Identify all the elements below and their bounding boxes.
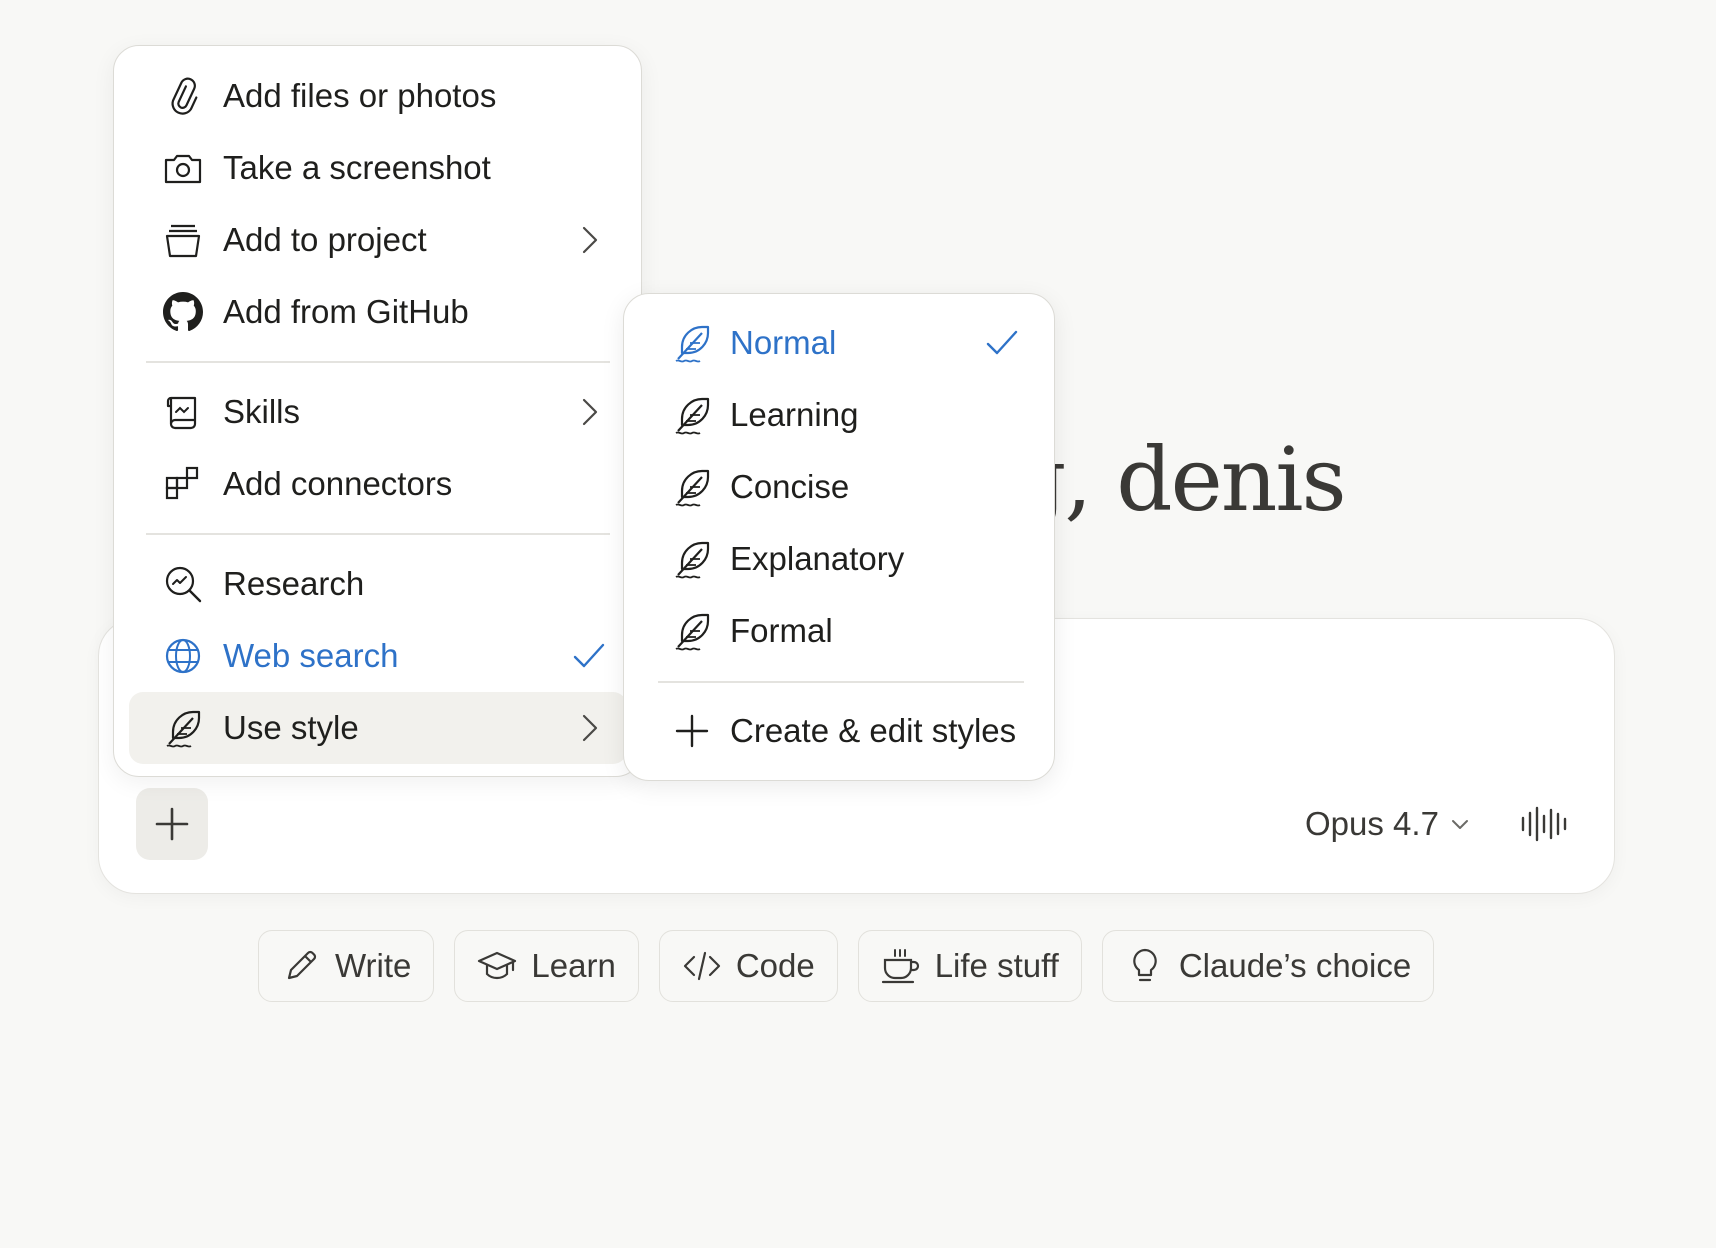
menu-item-use-style[interactable]: Use style [129, 692, 627, 764]
menu-item-add-files[interactable]: Add files or photos [129, 60, 627, 132]
lightbulb-icon [1133, 948, 1157, 982]
style-item-label: Learning [730, 396, 859, 433]
greeting-title: g, denis [1010, 428, 1347, 531]
suggestion-chips: Write Learn Code Life stuff Claude’s cho… [258, 930, 1435, 1002]
style-item-learning[interactable]: Learning [636, 379, 1044, 451]
menu-item-label: Research [223, 565, 365, 602]
create-styles-label: Create & edit styles [730, 712, 1017, 749]
create-edit-styles-button[interactable]: Create & edit styles [636, 695, 1044, 767]
waveform-icon [1521, 806, 1567, 842]
chevron-right-icon [582, 226, 598, 254]
code-icon [683, 951, 720, 981]
menu-item-skills[interactable]: Skills [129, 376, 627, 448]
chip-label: Code [735, 947, 815, 984]
plus-icon [155, 807, 189, 841]
menu-item-label: Add to project [223, 221, 427, 258]
chip-code[interactable]: Code [658, 930, 838, 1002]
style-item-label: Concise [730, 468, 850, 505]
menu-item-label: Add files or photos [223, 77, 497, 114]
checkmark-icon [986, 330, 1018, 355]
attach-menu-button[interactable] [136, 788, 208, 860]
attach-menu: Add files or photos Take a screenshot Ad… [113, 45, 642, 777]
chip-write[interactable]: Write [258, 930, 435, 1002]
menu-item-label: Take a screenshot [223, 149, 491, 186]
chip-learn[interactable]: Learn [454, 930, 639, 1002]
globe-icon [161, 634, 205, 678]
style-item-normal[interactable]: Normal [636, 307, 1044, 379]
style-item-label: Explanatory [730, 540, 905, 577]
chip-label: Claude’s choice [1178, 947, 1412, 984]
chip-life-stuff[interactable]: Life stuff [857, 930, 1082, 1002]
feather-icon [670, 465, 714, 509]
menu-item-research[interactable]: Research [129, 548, 627, 620]
camera-icon [161, 146, 205, 190]
menu-item-label: Use style [223, 709, 359, 746]
github-icon [161, 290, 205, 334]
menu-divider [146, 361, 610, 363]
menu-divider [658, 681, 1024, 683]
coffee-cup-icon [881, 949, 919, 984]
feather-icon [161, 706, 205, 750]
style-item-concise[interactable]: Concise [636, 451, 1044, 523]
menu-item-label: Add from GitHub [223, 293, 469, 330]
menu-item-label: Web search [223, 637, 399, 674]
menu-item-web-search[interactable]: Web search [129, 620, 627, 692]
model-label: Opus 4.7 [1305, 805, 1439, 842]
style-item-label: Formal [730, 612, 833, 649]
chevron-right-icon [582, 398, 598, 426]
menu-item-take-screenshot[interactable]: Take a screenshot [129, 132, 627, 204]
feather-icon [670, 609, 714, 653]
model-selector[interactable]: Opus 4.7 [1305, 800, 1471, 848]
menu-item-label: Skills [223, 393, 301, 430]
checkmark-icon [573, 643, 605, 668]
chip-label: Write [335, 947, 412, 984]
research-icon [161, 562, 205, 606]
graduation-cap-icon [478, 951, 517, 980]
feather-icon [670, 321, 714, 365]
skills-icon [161, 390, 205, 434]
menu-item-add-from-github[interactable]: Add from GitHub [129, 276, 627, 348]
menu-divider [146, 533, 610, 535]
paperclip-icon [161, 74, 205, 118]
chip-claudes-choice[interactable]: Claude’s choice [1101, 930, 1435, 1002]
voice-mode-button[interactable] [1518, 800, 1570, 848]
plus-icon [670, 709, 714, 753]
chevron-right-icon [582, 714, 598, 742]
style-item-label: Normal [730, 324, 837, 361]
menu-item-add-connectors[interactable]: Add connectors [129, 448, 627, 520]
style-item-explanatory[interactable]: Explanatory [636, 523, 1044, 595]
feather-icon [670, 537, 714, 581]
chevron-down-icon [1451, 820, 1468, 829]
menu-item-add-to-project[interactable]: Add to project [129, 204, 627, 276]
project-icon [161, 218, 205, 262]
style-submenu: Normal Learning Concise Explanatory Form… [623, 293, 1055, 781]
connectors-icon [161, 462, 205, 506]
feather-icon [670, 393, 714, 437]
chip-label: Learn [531, 947, 616, 984]
chip-label: Life stuff [934, 947, 1059, 984]
menu-item-label: Add connectors [223, 465, 453, 502]
style-item-formal[interactable]: Formal [636, 595, 1044, 667]
pencil-icon [287, 950, 317, 980]
